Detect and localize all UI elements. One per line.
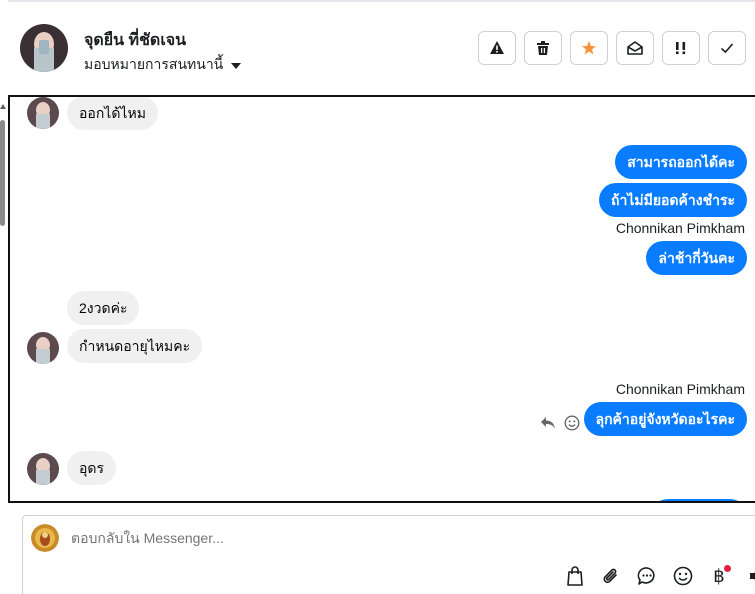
delete-button[interactable] bbox=[524, 31, 562, 65]
shopping-bag-icon bbox=[567, 566, 583, 586]
reply-input[interactable] bbox=[71, 530, 671, 546]
contact-avatar-small bbox=[27, 97, 59, 129]
outgoing-message[interactable]: ถ้าไม่มียอดค้างชำระ bbox=[598, 183, 747, 217]
star-button[interactable] bbox=[570, 31, 608, 65]
outgoing-message[interactable]: ลุกค้าอยู่จังหวัดอะไรคะ bbox=[583, 402, 747, 436]
reply-composer: ฿ bbox=[22, 515, 755, 594]
assign-label: มอบหมายการสนทนานี้ bbox=[84, 56, 224, 72]
left-scrollbar[interactable] bbox=[0, 0, 8, 594]
paperclip-icon bbox=[603, 568, 617, 583]
incoming-message[interactable]: ออกได้ไหม bbox=[67, 97, 158, 130]
follow-up-icon bbox=[676, 42, 686, 55]
message-actions bbox=[540, 415, 580, 431]
sender-name: Chonnikan Pimkham bbox=[615, 381, 745, 397]
spam-button[interactable] bbox=[478, 31, 516, 65]
payment-button[interactable]: ฿ bbox=[707, 564, 731, 588]
caret-down-icon bbox=[231, 62, 242, 69]
outgoing-message[interactable]: ล่าช้ากี่วันคะ bbox=[646, 241, 747, 275]
trash-icon bbox=[537, 41, 549, 55]
outgoing-message[interactable]: สามารถออกได้คะ bbox=[615, 145, 747, 179]
saved-replies-icon bbox=[637, 567, 655, 585]
follow-up-button[interactable] bbox=[662, 31, 700, 65]
emoji-icon bbox=[673, 566, 693, 586]
page-avatar bbox=[31, 524, 59, 552]
saved-replies-button[interactable] bbox=[635, 564, 659, 588]
incoming-message[interactable]: กำหนดอายุไหมคะ bbox=[67, 329, 203, 363]
outgoing-message-partial[interactable] bbox=[651, 499, 747, 501]
react-emoji-icon[interactable] bbox=[564, 415, 580, 431]
conversation-header: จุดยืน ที่ชัดเจน มอบหมายการสนทนานี้ bbox=[8, 2, 755, 94]
message-thread[interactable]: ออกได้ไหม สามารถออกได้คะ ถ้าไม่มียอดค้าง… bbox=[8, 95, 755, 503]
mark-unread-button[interactable] bbox=[616, 31, 654, 65]
mark-unread-icon bbox=[627, 41, 643, 55]
star-icon bbox=[582, 41, 596, 55]
scrollbar-thumb[interactable] bbox=[0, 120, 5, 226]
emoji-button[interactable] bbox=[671, 564, 695, 588]
incoming-message[interactable]: 2งวดค่ะ bbox=[67, 291, 140, 325]
contact-avatar-small bbox=[27, 453, 59, 485]
baht-payment-icon: ฿ bbox=[713, 565, 725, 587]
composer-toolbar: ฿ bbox=[563, 564, 755, 588]
audio-icon bbox=[750, 572, 755, 580]
conversation-actions bbox=[478, 31, 746, 65]
notification-dot bbox=[724, 565, 731, 572]
contact-avatar-small bbox=[27, 332, 59, 364]
shop-button[interactable] bbox=[563, 564, 587, 588]
incoming-message[interactable]: อุดร bbox=[67, 451, 117, 485]
scroll-up-arrow[interactable] bbox=[0, 104, 6, 109]
sender-name: Chonnikan Pimkham bbox=[615, 220, 745, 236]
contact-name[interactable]: จุดยืน ที่ชัดเจน bbox=[84, 28, 186, 53]
reply-icon[interactable] bbox=[540, 416, 556, 430]
spam-warning-icon bbox=[490, 41, 504, 54]
mark-done-button[interactable] bbox=[708, 31, 746, 65]
contact-avatar[interactable] bbox=[20, 24, 68, 72]
attach-button[interactable] bbox=[599, 564, 623, 588]
audio-button[interactable] bbox=[743, 564, 755, 588]
assign-conversation-dropdown[interactable]: มอบหมายการสนทนานี้ bbox=[84, 54, 242, 76]
check-icon bbox=[720, 43, 734, 54]
